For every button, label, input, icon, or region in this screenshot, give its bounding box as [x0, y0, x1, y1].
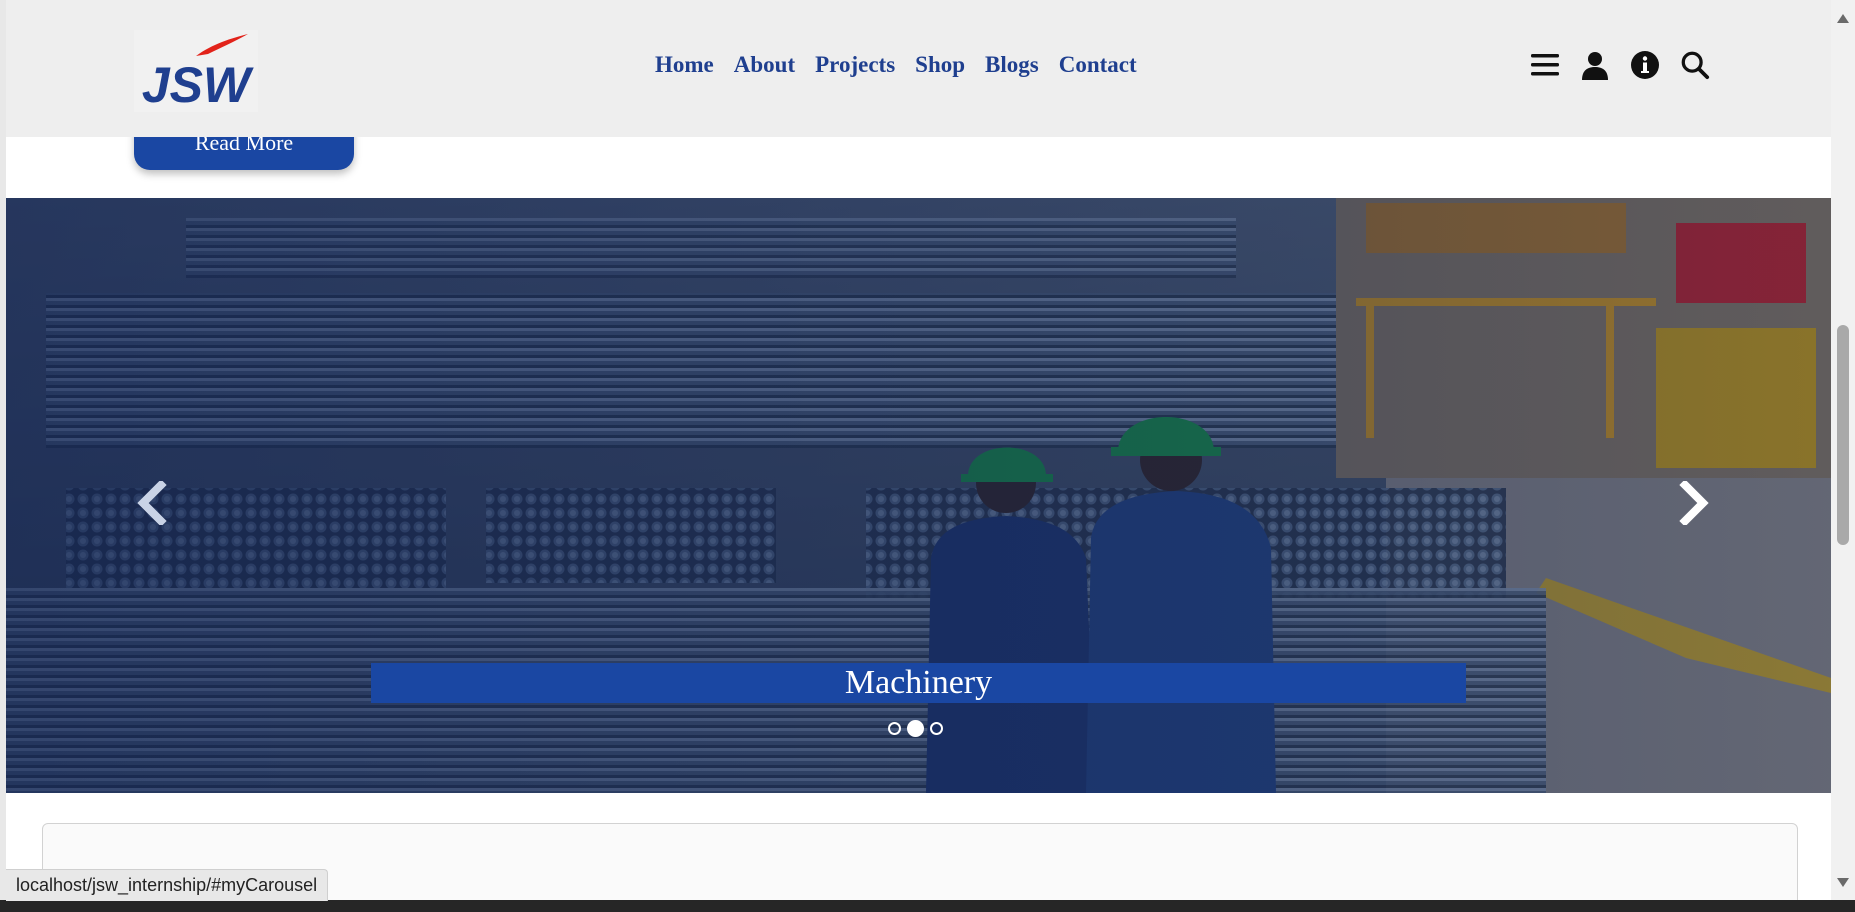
nav-contact[interactable]: Contact — [1059, 52, 1137, 78]
menu-icon[interactable] — [1530, 50, 1560, 80]
scrollbar-thumb[interactable] — [1837, 325, 1849, 545]
jsw-logo[interactable]: JSW — [134, 30, 258, 113]
carousel-next-arrow[interactable] — [1674, 478, 1714, 528]
carousel-indicator-active[interactable] — [907, 720, 924, 737]
image-carousel: Machinery — [6, 198, 1831, 793]
nav-about[interactable]: About — [734, 52, 795, 78]
nav-blogs[interactable]: Blogs — [985, 52, 1039, 78]
nav-home[interactable]: Home — [655, 52, 714, 78]
nav-projects[interactable]: Projects — [815, 52, 895, 78]
user-icon[interactable] — [1580, 50, 1610, 80]
carousel-overlay — [6, 198, 1831, 793]
logo-text: JSW — [142, 57, 254, 112]
carousel-indicator[interactable] — [930, 722, 943, 735]
carousel-indicators — [888, 720, 943, 737]
carousel-indicator[interactable] — [888, 722, 901, 735]
scroll-down-arrow-icon[interactable] — [1837, 878, 1849, 887]
carousel-caption: Machinery — [371, 663, 1466, 703]
carousel-prev-arrow[interactable] — [132, 478, 172, 528]
info-icon[interactable] — [1630, 50, 1660, 80]
scroll-up-arrow-icon[interactable] — [1837, 14, 1849, 23]
main-nav: Home About Projects Shop Blogs Contact — [655, 52, 1137, 78]
vertical-scrollbar[interactable] — [1831, 0, 1855, 900]
site-header: JSW Home About Projects Shop Blogs Conta… — [6, 0, 1831, 137]
nav-shop[interactable]: Shop — [915, 52, 965, 78]
status-bar-url: localhost/jsw_internship/#myCarousel — [6, 869, 329, 901]
header-icons — [1530, 50, 1710, 80]
search-icon[interactable] — [1680, 50, 1710, 80]
window-bottom-edge — [0, 900, 1855, 912]
page: Read More JSW Home About Projects Shop B… — [6, 0, 1831, 900]
